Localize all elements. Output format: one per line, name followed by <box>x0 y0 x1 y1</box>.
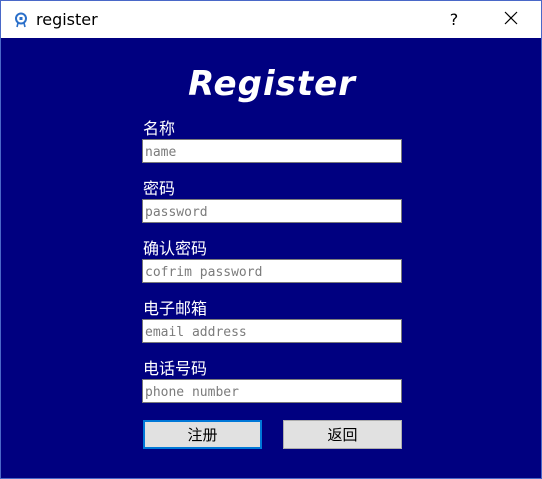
close-icon <box>504 10 518 29</box>
back-button[interactable]: 返回 <box>283 420 402 449</box>
register-button[interactable]: 注册 <box>143 420 262 449</box>
window-title: register <box>36 10 98 29</box>
email-label: 电子邮箱 <box>143 299 208 318</box>
email-input[interactable] <box>142 319 402 343</box>
register-dialog: register ? Register 名称 密码 确认密码 电子邮箱 电话号码… <box>0 0 542 479</box>
confirm-password-input[interactable] <box>142 259 402 283</box>
help-button[interactable]: ? <box>431 1 477 38</box>
close-button[interactable] <box>487 1 535 38</box>
phone-input[interactable] <box>142 379 402 403</box>
confirm-password-label: 确认密码 <box>143 239 208 258</box>
name-input[interactable] <box>142 139 402 163</box>
name-label: 名称 <box>143 119 176 138</box>
phone-label: 电话号码 <box>143 359 208 378</box>
password-input[interactable] <box>142 199 402 223</box>
title-bar[interactable]: register ? <box>1 1 541 38</box>
page-title: Register <box>188 64 356 104</box>
password-label: 密码 <box>143 179 176 198</box>
app-logo-icon <box>13 12 29 28</box>
